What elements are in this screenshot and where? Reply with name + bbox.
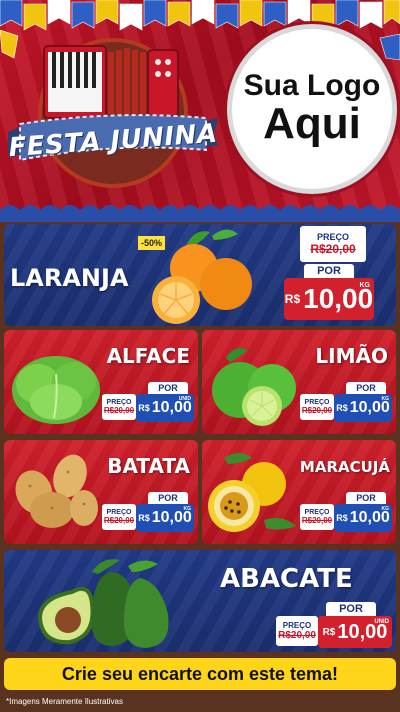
new-price-box: R$ 10,00 KG bbox=[334, 504, 392, 532]
old-price-label: PREÇO bbox=[282, 621, 312, 630]
new-price-label: POR bbox=[326, 602, 376, 616]
old-price-value: R$20,00 bbox=[103, 516, 135, 525]
old-price-value: R$20,00 bbox=[301, 406, 333, 415]
product-card-abacate: ABACATE POR PREÇO R$20,00 R$ 10,00 UNID bbox=[4, 550, 396, 652]
old-price-box: PREÇO R$20,00 bbox=[102, 394, 136, 420]
old-price-box: PREÇO R$20,00 bbox=[300, 226, 366, 262]
new-price-box: R$ 10,00 UNID bbox=[318, 616, 392, 648]
old-price-box: PREÇO R$20,00 bbox=[276, 616, 318, 646]
old-price-box: PREÇO R$20,00 bbox=[300, 504, 334, 530]
product-name: MARACUJÁ bbox=[299, 458, 390, 476]
product-card-maracuja: MARACUJÁ POR PREÇO R$20,00 R$ 10,00 KG bbox=[202, 440, 396, 544]
currency-symbol: R$ bbox=[138, 513, 150, 523]
new-price-label: POR bbox=[148, 492, 188, 504]
price-unit: UNID bbox=[374, 619, 389, 625]
new-price-box: R$ 10,00 KG bbox=[334, 394, 392, 422]
old-price-label: PREÇO bbox=[304, 509, 330, 516]
product-card-batata: BATATA POR PREÇO R$20,00 R$ 10,00 KG bbox=[4, 440, 198, 544]
price-unit: UNID bbox=[178, 396, 191, 402]
festa-junina-banner: FESTA JUNINA bbox=[8, 110, 218, 172]
price-unit: KG bbox=[183, 506, 192, 512]
new-price-label: POR bbox=[346, 382, 386, 394]
avocado-icon bbox=[37, 559, 169, 648]
old-price-box: PREÇO R$20,00 bbox=[300, 394, 334, 420]
product-name: LARANJA bbox=[10, 264, 129, 292]
disclaimer-text: *Imagens Meramente Ilustrativas bbox=[6, 697, 123, 706]
currency-symbol: R$ bbox=[336, 513, 348, 523]
header: FESTA JUNINA Sua Logo Aqui bbox=[0, 0, 400, 222]
lime-icon bbox=[212, 348, 296, 426]
product-name: LIMÃO bbox=[315, 344, 388, 368]
product-name: ALFACE bbox=[106, 344, 190, 368]
cta-banner[interactable]: Crie seu encarte com este tema! bbox=[4, 658, 396, 690]
price-unit: KG bbox=[381, 506, 390, 512]
logo-text-line2: Aqui bbox=[263, 98, 361, 148]
product-card-limao: LIMÃO POR PREÇO R$20,00 R$ 10,00 KG bbox=[202, 330, 396, 434]
passion-fruit-icon bbox=[208, 453, 296, 532]
product-name: ABACATE bbox=[220, 564, 353, 594]
old-price-label: PREÇO bbox=[106, 509, 132, 516]
new-price-box: R$ 10,00 KG bbox=[136, 504, 194, 532]
product-card-alface: ALFACE POR PREÇO R$20,00 R$ 10,00 UNID bbox=[4, 330, 198, 434]
price-unit: KG bbox=[359, 282, 371, 289]
logo-placeholder: Sua Logo Aqui bbox=[227, 24, 397, 194]
new-price-label: POR bbox=[148, 382, 188, 394]
scalloped-border bbox=[0, 205, 400, 222]
new-price-label: POR bbox=[346, 492, 386, 504]
currency-symbol: R$ bbox=[284, 292, 301, 306]
logo-text-line1: Sua Logo bbox=[243, 68, 381, 102]
potato-icon bbox=[15, 454, 98, 528]
old-price-value: R$20,00 bbox=[301, 516, 333, 525]
new-price-box: R$ 10,00 UNID bbox=[136, 394, 194, 422]
old-price-value: R$20,00 bbox=[278, 630, 316, 641]
currency-symbol: R$ bbox=[336, 403, 348, 413]
old-price-label: PREÇO bbox=[106, 399, 132, 406]
currency-symbol: R$ bbox=[322, 626, 336, 638]
old-price-label: PREÇO bbox=[304, 399, 330, 406]
product-name: BATATA bbox=[107, 454, 190, 478]
old-price-value: R$20,00 bbox=[310, 242, 356, 256]
currency-symbol: R$ bbox=[138, 403, 150, 413]
new-price-label: POR bbox=[304, 264, 354, 278]
old-price-value: R$20,00 bbox=[103, 406, 135, 415]
lettuce-icon bbox=[12, 356, 100, 424]
new-price-box: R$ 10,00 KG bbox=[284, 278, 374, 320]
old-price-label: PREÇO bbox=[316, 232, 349, 242]
product-card-laranja: LARANJA -50% PREÇO R$20,00 POR R$ 10,00 … bbox=[4, 224, 396, 326]
orange-icon bbox=[152, 229, 252, 324]
price-unit: KG bbox=[381, 396, 390, 402]
old-price-box: PREÇO R$20,00 bbox=[102, 504, 136, 530]
